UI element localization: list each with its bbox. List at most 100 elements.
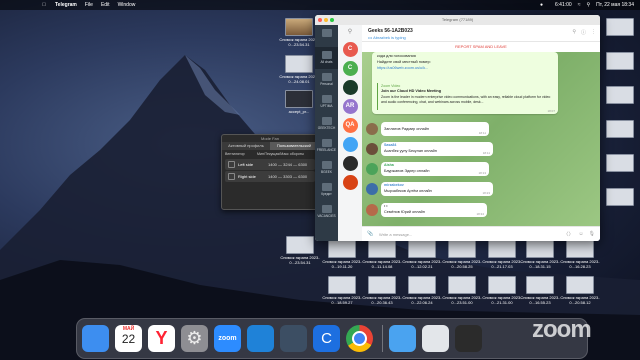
message-row[interactable]: • • Семёнов Юрий онлайн 18:34 bbox=[366, 203, 546, 219]
desktop-icon[interactable] bbox=[600, 188, 640, 207]
chat-avatar[interactable] bbox=[342, 175, 358, 190]
search-icon[interactable]: ⚲ bbox=[572, 29, 576, 36]
link-preview[interactable]: Zoom Video Join our Cloud HD Video Meeti… bbox=[377, 83, 556, 110]
avatar[interactable] bbox=[366, 183, 378, 195]
tab-custom[interactable]: Пользовательский bbox=[270, 142, 318, 150]
yandex-browser-icon[interactable]: Y bbox=[148, 325, 175, 352]
menu-icon[interactable] bbox=[315, 25, 338, 47]
chat-header[interactable]: Geeks 56-1A2B023 ••• Abrazbek is typing … bbox=[362, 25, 600, 42]
desktop-icon[interactable]: Снимок экрана 2023-0...23.54.31 bbox=[280, 236, 320, 265]
desktop-icon[interactable]: Снимок экрана 2023-0...12.02.21 bbox=[402, 240, 442, 269]
tab-active-profile[interactable]: Активный профиль bbox=[222, 142, 270, 150]
fan-row[interactable]: Right side 1400 — 3303 — 6300 bbox=[225, 171, 315, 182]
desktop-icon[interactable]: Снимок экрана 2023-0...18.31.15 bbox=[520, 240, 560, 269]
emoji-icon[interactable]: ☺ bbox=[579, 231, 584, 238]
chat-avatar[interactable] bbox=[342, 156, 358, 171]
message-link[interactable]: https://us06web.zoom.us/u/k... bbox=[377, 66, 428, 70]
folder-vacancies[interactable]: VACANCIES bbox=[315, 201, 338, 223]
desktop-icon-label: Снимок экрана 2023-0...18.59.27 bbox=[322, 295, 362, 305]
system-preferences-icon[interactable]: ⚙ bbox=[181, 325, 208, 352]
message-row[interactable]: Aisha Бауржанов Эдиер онлайн 18:13 bbox=[366, 162, 546, 178]
message-row[interactable]: mirzabekov Мырзабеков Артём онлайн 18:23 bbox=[366, 182, 546, 198]
desktop-icon[interactable] bbox=[600, 52, 640, 71]
desktop-icon[interactable]: Снимок экрана 2023-0...20.58.25 bbox=[442, 240, 482, 269]
menu-window[interactable]: Window bbox=[118, 2, 136, 8]
zoom-app-icon[interactable]: zoom bbox=[214, 325, 241, 352]
desktop-icon[interactable]: Снимок экрана 2023-0...16.55.23 bbox=[520, 276, 560, 305]
timer[interactable]: 6:41:00 bbox=[555, 2, 572, 8]
avatar[interactable] bbox=[366, 204, 378, 216]
message-bubble[interactable]: • • Семёнов Юрий онлайн 18:34 bbox=[381, 203, 487, 217]
chat-avatar[interactable]: C bbox=[342, 61, 358, 76]
message-row[interactable]: Заплатов Радмир онлайн 18:11 bbox=[366, 122, 546, 138]
desktop-icon[interactable] bbox=[600, 86, 640, 105]
desktop-icon-label: Снимок экрана 2023-0...23.51.00 bbox=[442, 295, 482, 305]
avatar[interactable] bbox=[366, 163, 378, 175]
finder-icon[interactable] bbox=[82, 325, 109, 352]
desktop-icon[interactable]: Снимок экрана 2023-0...24.08.01 bbox=[279, 55, 319, 84]
record-icon[interactable]: ● bbox=[540, 2, 543, 8]
chat-avatar[interactable]: AR bbox=[342, 99, 358, 114]
folder-bgeek[interactable]: BGEEK bbox=[315, 157, 338, 179]
menu-file[interactable]: File bbox=[85, 2, 93, 8]
desktop-icon[interactable] bbox=[600, 120, 640, 139]
search-icon[interactable]: ⚲ bbox=[586, 2, 590, 8]
apple-menu-icon[interactable]:  bbox=[40, 2, 48, 8]
bot-commands-icon[interactable]: 〈〉 bbox=[564, 231, 574, 238]
fan-checkbox[interactable] bbox=[228, 161, 235, 168]
preview-icon[interactable] bbox=[422, 325, 449, 352]
message-input[interactable]: Write a message... bbox=[379, 232, 412, 237]
folder-all-chats[interactable]: All chats bbox=[315, 47, 338, 69]
desktop-icon[interactable]: Снимок экрана 2023-0...21.31.00 bbox=[482, 276, 522, 305]
desktop-icon[interactable]: Снимок экрана 2023-0...19.11.20 bbox=[322, 240, 362, 269]
info-icon[interactable]: ⓘ bbox=[581, 29, 586, 36]
avatar[interactable] bbox=[366, 123, 378, 135]
desktop-icon[interactable]: Снимок экрана 2023-0...22.06.24 bbox=[402, 276, 442, 305]
avatar[interactable] bbox=[366, 143, 378, 155]
xcode-icon[interactable] bbox=[247, 325, 274, 352]
chrome-icon[interactable] bbox=[346, 325, 373, 352]
chat-avatar[interactable]: QA bbox=[342, 118, 358, 133]
fan-tabs: Активный профиль Пользовательский bbox=[222, 142, 318, 150]
message-bubble[interactable]: Заплатов Радмир онлайн 18:11 bbox=[381, 122, 489, 136]
desktop-icon[interactable]: Снимок экрана 2023-0...18.59.27 bbox=[322, 276, 362, 305]
desktop-icon[interactable] bbox=[600, 18, 640, 37]
chat-avatar[interactable]: C bbox=[342, 42, 358, 57]
desktop-icon[interactable]: Снимок экрана 2023-0...21.17.03 bbox=[482, 240, 522, 269]
folder-personal[interactable]: Personal bbox=[315, 69, 338, 91]
desktop-icon[interactable]: Снимок экрана 2023-0...23.51.00 bbox=[442, 276, 482, 305]
message-row[interactable]: Sasa84 Асанбек уулу Бекулан онлайн 18:11 bbox=[366, 142, 546, 158]
search-icon[interactable]: ⚲ bbox=[338, 25, 362, 39]
desktop-icon[interactable]: Снимок экрана 2023-0...11.14.08 bbox=[362, 240, 402, 269]
folder-geektech[interactable]: GEEKTECH bbox=[315, 113, 338, 135]
menu-app-name[interactable]: Telegram bbox=[55, 2, 77, 8]
menu-date[interactable]: Пт, 22 мая 18:34 bbox=[596, 2, 634, 8]
desktop-icon[interactable]: Снимок экрана 2023-0...20.36.43 bbox=[362, 276, 402, 305]
attach-icon[interactable]: 📎 bbox=[367, 231, 373, 237]
message-bubble[interactable]: Aisha Бауржанов Эдиер онлайн 18:13 bbox=[381, 162, 489, 176]
desktop-icon[interactable]: accept_pr... bbox=[279, 90, 319, 114]
folder-credit[interactable]: Кредит bbox=[315, 179, 338, 201]
menu-edit[interactable]: Edit bbox=[101, 2, 110, 8]
fan-row[interactable]: Left side 1400 — 3244 — 6300 bbox=[225, 159, 315, 170]
android-studio-icon[interactable] bbox=[280, 325, 307, 352]
downloads-folder-icon[interactable] bbox=[389, 325, 416, 352]
desktop-icon[interactable] bbox=[600, 154, 640, 173]
microphone-icon[interactable]: 🎙 bbox=[589, 231, 595, 238]
desktop-icon[interactable]: Снимок экрана 2023-0...23.54.31 bbox=[279, 18, 319, 47]
recent-window-icon[interactable] bbox=[455, 325, 482, 352]
message-bubble[interactable]: кода для голосования Найдите свой местны… bbox=[372, 52, 558, 114]
desktop-icon[interactable]: Снимок экрана 2023-0...20.58.12 bbox=[560, 276, 600, 305]
more-icon[interactable]: ⋮ bbox=[591, 29, 596, 36]
folder-uptima[interactable]: UPTIMA bbox=[315, 91, 338, 113]
codeshot-icon[interactable]: C bbox=[313, 325, 340, 352]
chat-avatar[interactable] bbox=[342, 80, 358, 95]
folder-freelance[interactable]: FREELANCE bbox=[315, 135, 338, 157]
wifi-icon[interactable]: ≈ bbox=[578, 2, 581, 8]
calendar-icon[interactable]: МАЙ 22 bbox=[115, 325, 142, 352]
fan-checkbox[interactable] bbox=[228, 173, 235, 180]
message-bubble[interactable]: Sasa84 Асанбек уулу Бекулан онлайн 18:11 bbox=[381, 142, 493, 156]
message-bubble[interactable]: mirzabekov Мырзабеков Артём онлайн 18:23 bbox=[381, 182, 493, 196]
chat-avatar[interactable] bbox=[342, 137, 358, 152]
desktop-icon[interactable]: Снимок экрана 2023-0...16.28.23 bbox=[560, 240, 600, 269]
